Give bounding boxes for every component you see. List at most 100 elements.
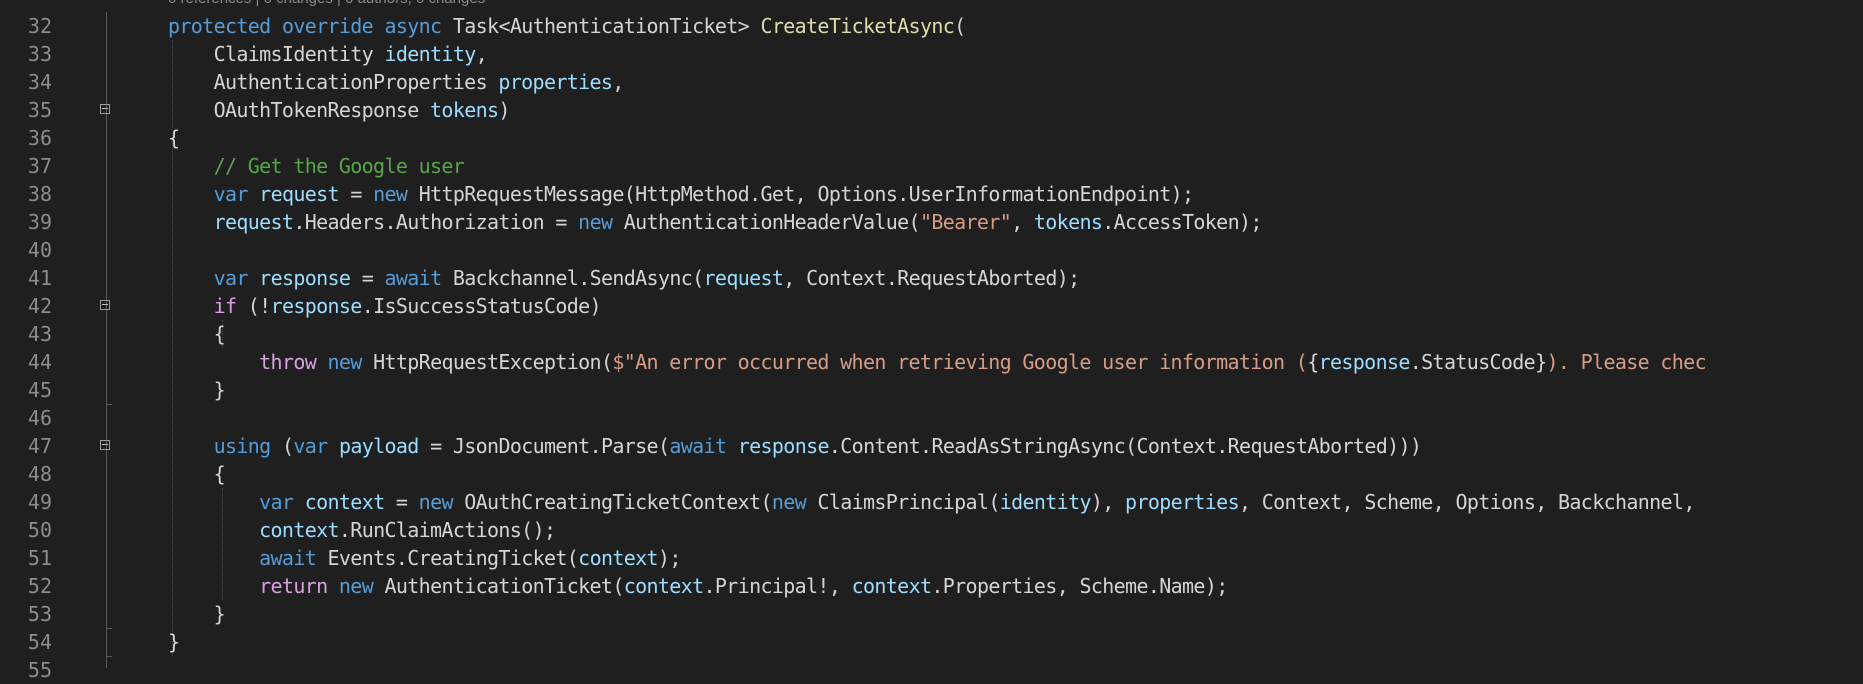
code-token: SendAsync	[589, 266, 693, 290]
code-text[interactable]: throw new HttpRequestException($"An erro…	[168, 348, 1706, 376]
code-line[interactable]: 48 {	[0, 460, 1863, 488]
code-text[interactable]: await Events.CreatingTicket(context);	[168, 544, 681, 572]
code-line[interactable]: 32 protected override async Task<Authenti…	[0, 12, 1863, 40]
line-number: 36	[27, 126, 52, 150]
code-line[interactable]: 44 throw new HttpRequestException($"An e…	[0, 348, 1863, 376]
code-text[interactable]: context.RunClaimActions();	[168, 516, 556, 544]
code-line[interactable]: 36 {	[0, 124, 1863, 152]
line-number: 44	[27, 350, 52, 374]
code-line[interactable]: 51 await Events.CreatingTicket(context);	[0, 544, 1863, 572]
collapse-icon[interactable]	[100, 104, 110, 114]
code-token: throw	[259, 350, 317, 374]
code-token: context	[578, 546, 658, 570]
code-text[interactable]: }	[168, 376, 226, 404]
code-token: );	[1056, 266, 1080, 290]
code-token: new	[338, 574, 374, 598]
code-token: ();	[521, 518, 556, 542]
code-line[interactable]: 52 return new AuthenticationTicket(conte…	[0, 572, 1863, 600]
code-text[interactable]: // Get the Google user	[168, 152, 465, 180]
code-line[interactable]: 38 var request = new HttpRequestMessage(…	[0, 180, 1863, 208]
code-text[interactable]: var request = new HttpRequestMessage(Htt…	[168, 180, 1194, 208]
code-text[interactable]: if (!response.IsSuccessStatusCode)	[168, 292, 602, 320]
code-token: .	[1147, 574, 1160, 598]
code-token: response	[259, 266, 351, 290]
code-token: .	[1216, 434, 1228, 458]
code-token: =	[350, 266, 385, 290]
codelens-info[interactable]: 0 references | 0 changes | 0 authors, 0 …	[168, 0, 485, 9]
code-line[interactable]: 35 OAuthTokenResponse tokens)	[0, 96, 1863, 124]
code-token: HttpRequestException	[373, 350, 601, 374]
collapse-icon[interactable]	[100, 440, 110, 450]
code-line[interactable]: 42 if (!response.IsSuccessStatusCode)	[0, 292, 1863, 320]
code-text[interactable]: {	[168, 124, 180, 152]
code-text[interactable]: using (var payload = JsonDocument.Parse(…	[168, 432, 1422, 460]
code-line[interactable]: 39 request.Headers.Authorization = new A…	[0, 208, 1863, 236]
code-text[interactable]: {	[168, 320, 226, 348]
code-line[interactable]: 45 }	[0, 376, 1863, 404]
code-token: identity	[999, 490, 1092, 514]
code-line[interactable]: 55	[0, 656, 1863, 684]
code-text[interactable]: AuthenticationProperties properties,	[168, 68, 625, 96]
code-token: }	[1535, 350, 1547, 374]
code-token: );	[1170, 182, 1194, 206]
code-line[interactable]: 41 var response = await Backchannel.Send…	[0, 264, 1863, 292]
code-text[interactable]: ClaimsIdentity identity,	[168, 40, 488, 68]
code-line[interactable]: 47 using (var payload = JsonDocument.Par…	[0, 432, 1863, 460]
code-text[interactable]: }	[168, 600, 226, 628]
code-text[interactable]: var context = new OAuthCreatingTicketCon…	[168, 488, 1695, 516]
code-token: Scheme	[1079, 574, 1148, 598]
code-token: ClaimsPrincipal	[817, 490, 989, 514]
code-line[interactable]: 54}	[0, 628, 1863, 656]
code-token: request	[213, 210, 294, 234]
code-line[interactable]: 49 var context = new OAuthCreatingTicket…	[0, 488, 1863, 516]
code-token: response	[737, 434, 830, 458]
code-line[interactable]: 53 }	[0, 600, 1863, 628]
line-number: 32	[27, 14, 52, 38]
code-token: new	[578, 210, 613, 234]
code-text[interactable]: }	[168, 628, 180, 656]
code-text[interactable]: protected override async Task<Authentica…	[168, 12, 966, 40]
code-token: ,	[1056, 574, 1080, 598]
collapse-icon[interactable]	[100, 300, 110, 310]
code-token: AuthenticationProperties	[213, 70, 488, 94]
code-token: {	[168, 322, 226, 346]
code-text[interactable]: return new AuthenticationTicket(context.…	[168, 572, 1228, 600]
code-text[interactable]: OAuthTokenResponse tokens)	[168, 96, 511, 124]
code-token: ),	[1090, 490, 1126, 514]
code-token: Context	[1261, 490, 1342, 514]
code-token: new	[418, 490, 454, 514]
code-text[interactable]: {	[168, 460, 226, 488]
code-line[interactable]: 37 // Get the Google user	[0, 152, 1863, 180]
code-token: Principal	[714, 574, 818, 598]
code-text[interactable]: var response = await Backchannel.SendAsy…	[168, 264, 1081, 292]
code-token: (	[270, 434, 294, 458]
code-token: ,	[1341, 490, 1365, 514]
code-line[interactable]: 34 AuthenticationProperties properties,	[0, 68, 1863, 96]
code-line[interactable]: 43 {	[0, 320, 1863, 348]
code-token: (	[692, 266, 704, 290]
code-token: Authorization	[395, 210, 545, 234]
code-token: AuthenticationHeaderValue	[623, 210, 909, 234]
code-text[interactable]: request.Headers.Authorization = new Auth…	[168, 208, 1263, 236]
code-line[interactable]: 40	[0, 236, 1863, 264]
code-line[interactable]: 33 ClaimsIdentity identity,	[0, 40, 1863, 68]
code-token: (	[612, 574, 624, 598]
code-editor[interactable]: 32 protected override async Task<Authenti…	[0, 12, 1863, 684]
code-line[interactable]: 50 context.RunClaimActions();	[0, 516, 1863, 544]
code-line[interactable]: 46	[0, 404, 1863, 432]
line-number: 53	[27, 602, 52, 626]
